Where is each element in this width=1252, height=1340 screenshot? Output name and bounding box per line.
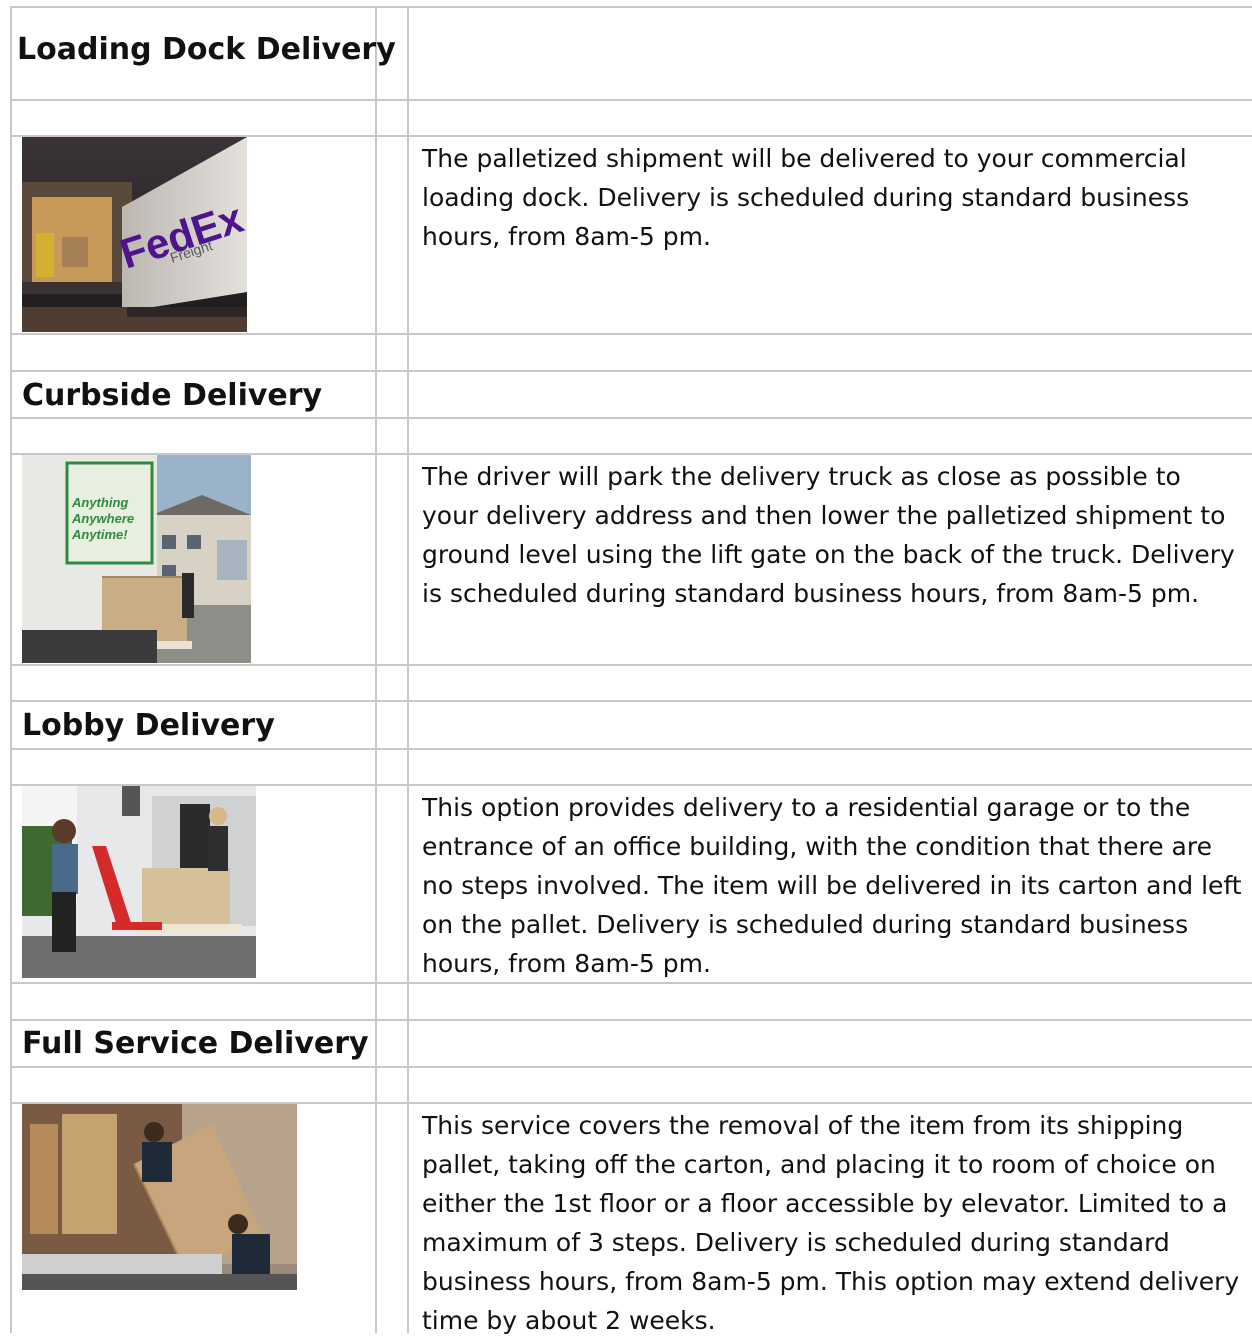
row-divider [10, 1066, 1252, 1068]
curbside-photo: Anything Anywhere Anytime! [22, 455, 251, 663]
column-divider [407, 8, 409, 1333]
row-divider [10, 1019, 1252, 1021]
row-divider [10, 664, 1252, 666]
row-divider [10, 99, 1252, 101]
row-divider [10, 333, 1252, 335]
loading-dock-photo: FedEx Freight [22, 137, 247, 332]
column-divider [10, 8, 12, 1333]
row-divider [10, 6, 1252, 8]
banner-line-2: Anywhere [71, 511, 134, 526]
section-heading-lobby: Lobby Delivery [22, 708, 275, 743]
column-divider [375, 8, 377, 1333]
curbside-description: The driver will park the delivery truck … [422, 462, 1235, 608]
section-heading-loading-dock: Loading Dock Delivery [17, 32, 396, 67]
section-heading-curbside: Curbside Delivery [22, 378, 323, 413]
full-service-photo [22, 1104, 297, 1290]
banner-line-3: Anytime! [71, 527, 128, 542]
row-divider [10, 370, 1252, 372]
row-divider [10, 748, 1252, 750]
full-service-description: This service covers the removal of the i… [422, 1111, 1240, 1335]
row-divider [10, 417, 1252, 419]
section-heading-full-service: Full Service Delivery [22, 1026, 369, 1061]
lobby-photo [22, 786, 256, 978]
loading-dock-description: The palletized shipment will be delivere… [422, 144, 1190, 251]
banner-line-1: Anything [71, 495, 128, 510]
row-divider [10, 700, 1252, 702]
lobby-description: This option provides delivery to a resid… [422, 793, 1242, 978]
